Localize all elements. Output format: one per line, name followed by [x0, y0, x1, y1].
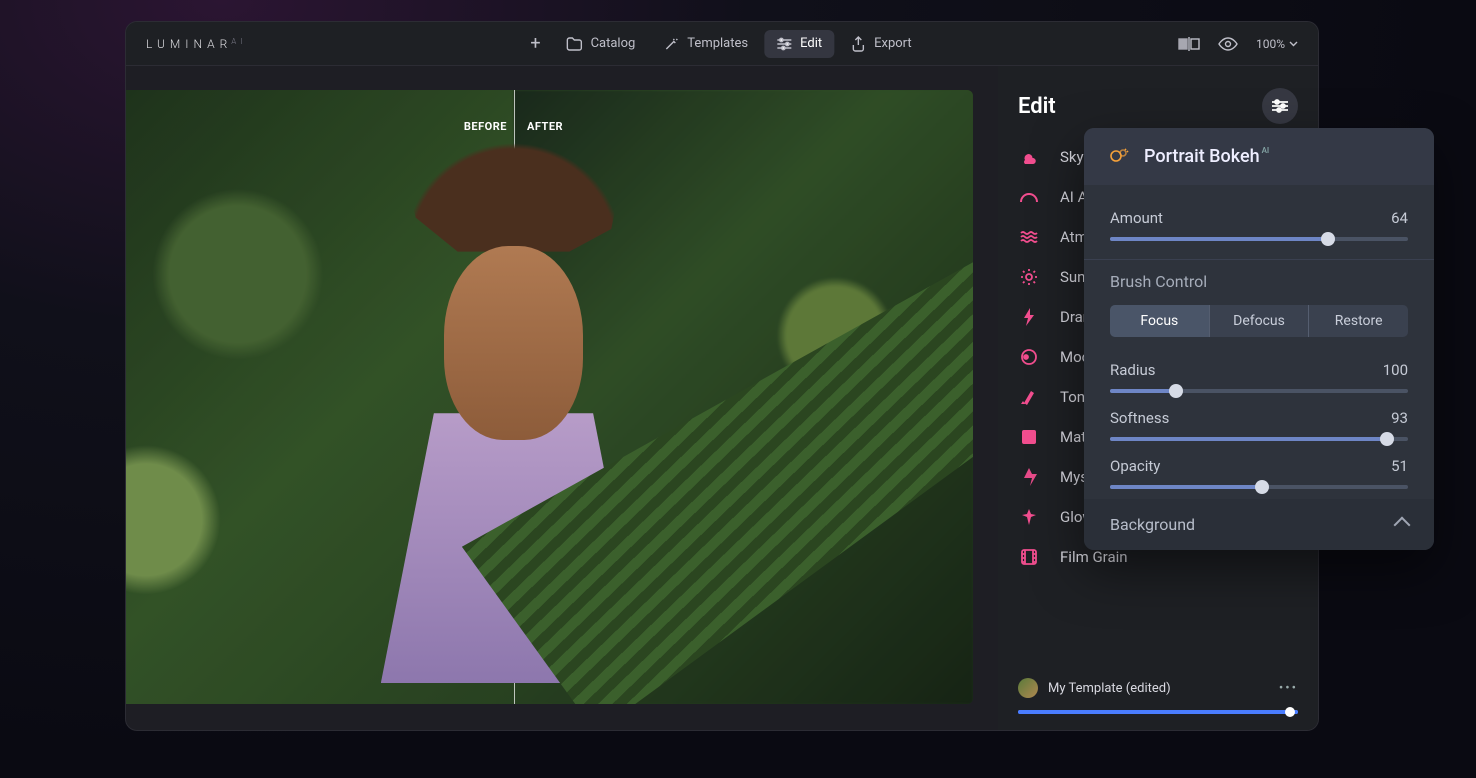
radius-label: Radius — [1110, 361, 1156, 379]
nav-export-label: Export — [874, 36, 912, 51]
amount-value: 64 — [1391, 209, 1408, 227]
background-section-toggle[interactable]: Background — [1084, 499, 1434, 550]
augment-icon — [1020, 188, 1038, 206]
portrait-bokeh-icon — [1108, 147, 1130, 167]
brush-control-label: Brush Control — [1110, 272, 1408, 291]
matte-icon — [1020, 428, 1038, 446]
softness-label: Softness — [1110, 409, 1169, 427]
chevron-up-icon — [1394, 516, 1411, 533]
bokeh-panel-header[interactable]: Portrait Bokeh AI — [1084, 128, 1434, 185]
zoom-value: 100% — [1256, 37, 1285, 51]
sunrays-icon — [1020, 268, 1038, 286]
nav-export[interactable]: Export — [838, 30, 924, 58]
mystical-icon — [1020, 468, 1038, 486]
bokeh-panel-title: Portrait Bokeh — [1144, 146, 1260, 167]
logo-text: LUMINAR — [146, 37, 232, 51]
nav-edit-label: Edit — [800, 36, 822, 51]
amount-label: Amount — [1110, 209, 1163, 227]
radius-slider[interactable] — [1110, 389, 1408, 393]
softness-slider[interactable] — [1110, 437, 1408, 441]
nav-catalog-label: Catalog — [591, 36, 636, 51]
template-thumbnail — [1018, 678, 1038, 698]
sparkle-icon — [663, 36, 679, 52]
opacity-label: Opacity — [1110, 457, 1160, 475]
logo-superscript: A I — [231, 37, 243, 46]
add-button[interactable]: + — [520, 29, 550, 58]
chevron-down-icon — [1289, 41, 1298, 47]
opacity-slider[interactable] — [1110, 485, 1408, 489]
dramatic-icon — [1020, 308, 1038, 326]
toning-icon — [1020, 388, 1038, 406]
segment-focus[interactable]: Focus — [1110, 305, 1209, 337]
background-label: Background — [1110, 515, 1195, 534]
top-bar: LUMINAR A I + Catalog Templates — [126, 22, 1318, 66]
opacity-value: 51 — [1391, 457, 1408, 475]
amount-row: Amount 64 — [1110, 199, 1408, 247]
folder-icon — [567, 36, 583, 52]
template-row: My Template (edited) ••• — [1018, 656, 1298, 698]
app-logo: LUMINAR A I — [146, 37, 243, 51]
segment-restore[interactable]: Restore — [1309, 305, 1408, 337]
tool-item-film[interactable]: Film Grain — [1020, 548, 1298, 566]
atmosphere-icon — [1020, 228, 1038, 246]
export-icon — [850, 36, 866, 52]
sky-icon — [1020, 148, 1038, 166]
nav-center: + Catalog Templates Edit — [520, 29, 923, 58]
segment-defocus[interactable]: Defocus — [1210, 305, 1309, 337]
opacity-row: Opacity 51 — [1110, 447, 1408, 495]
nav-templates[interactable]: Templates — [651, 30, 760, 58]
bokeh-panel-title-sup: AI — [1262, 146, 1270, 155]
panel-settings-button[interactable] — [1262, 88, 1298, 124]
tool-label: Film Grain — [1060, 548, 1128, 566]
template-strength-slider[interactable] — [1018, 710, 1298, 714]
portrait-bokeh-panel: Portrait Bokeh AI Amount 64 Brush Contro… — [1084, 128, 1434, 550]
compare-icon[interactable] — [1178, 36, 1200, 52]
film-icon — [1020, 548, 1038, 566]
nav-right: 100% — [1178, 36, 1298, 52]
template-name: My Template (edited) — [1048, 681, 1171, 696]
softness-value: 93 — [1391, 409, 1408, 427]
glow-icon — [1020, 508, 1038, 526]
eye-icon[interactable] — [1218, 36, 1238, 52]
amount-slider[interactable] — [1110, 237, 1408, 241]
brush-mode-segment: Focus Defocus Restore — [1110, 305, 1408, 337]
radius-value: 100 — [1383, 361, 1408, 379]
mood-icon — [1020, 348, 1038, 366]
nav-edit[interactable]: Edit — [764, 30, 834, 58]
image-viewer[interactable]: BEFORE AFTER © — [125, 90, 973, 704]
nav-templates-label: Templates — [687, 36, 748, 51]
radius-row: Radius 100 — [1110, 351, 1408, 399]
template-more-button[interactable]: ••• — [1279, 681, 1298, 696]
panel-title: Edit — [1018, 94, 1056, 119]
sliders-icon — [776, 36, 792, 52]
softness-row: Softness 93 — [1110, 399, 1408, 447]
nav-catalog[interactable]: Catalog — [555, 30, 648, 58]
zoom-dropdown[interactable]: 100% — [1256, 37, 1298, 51]
